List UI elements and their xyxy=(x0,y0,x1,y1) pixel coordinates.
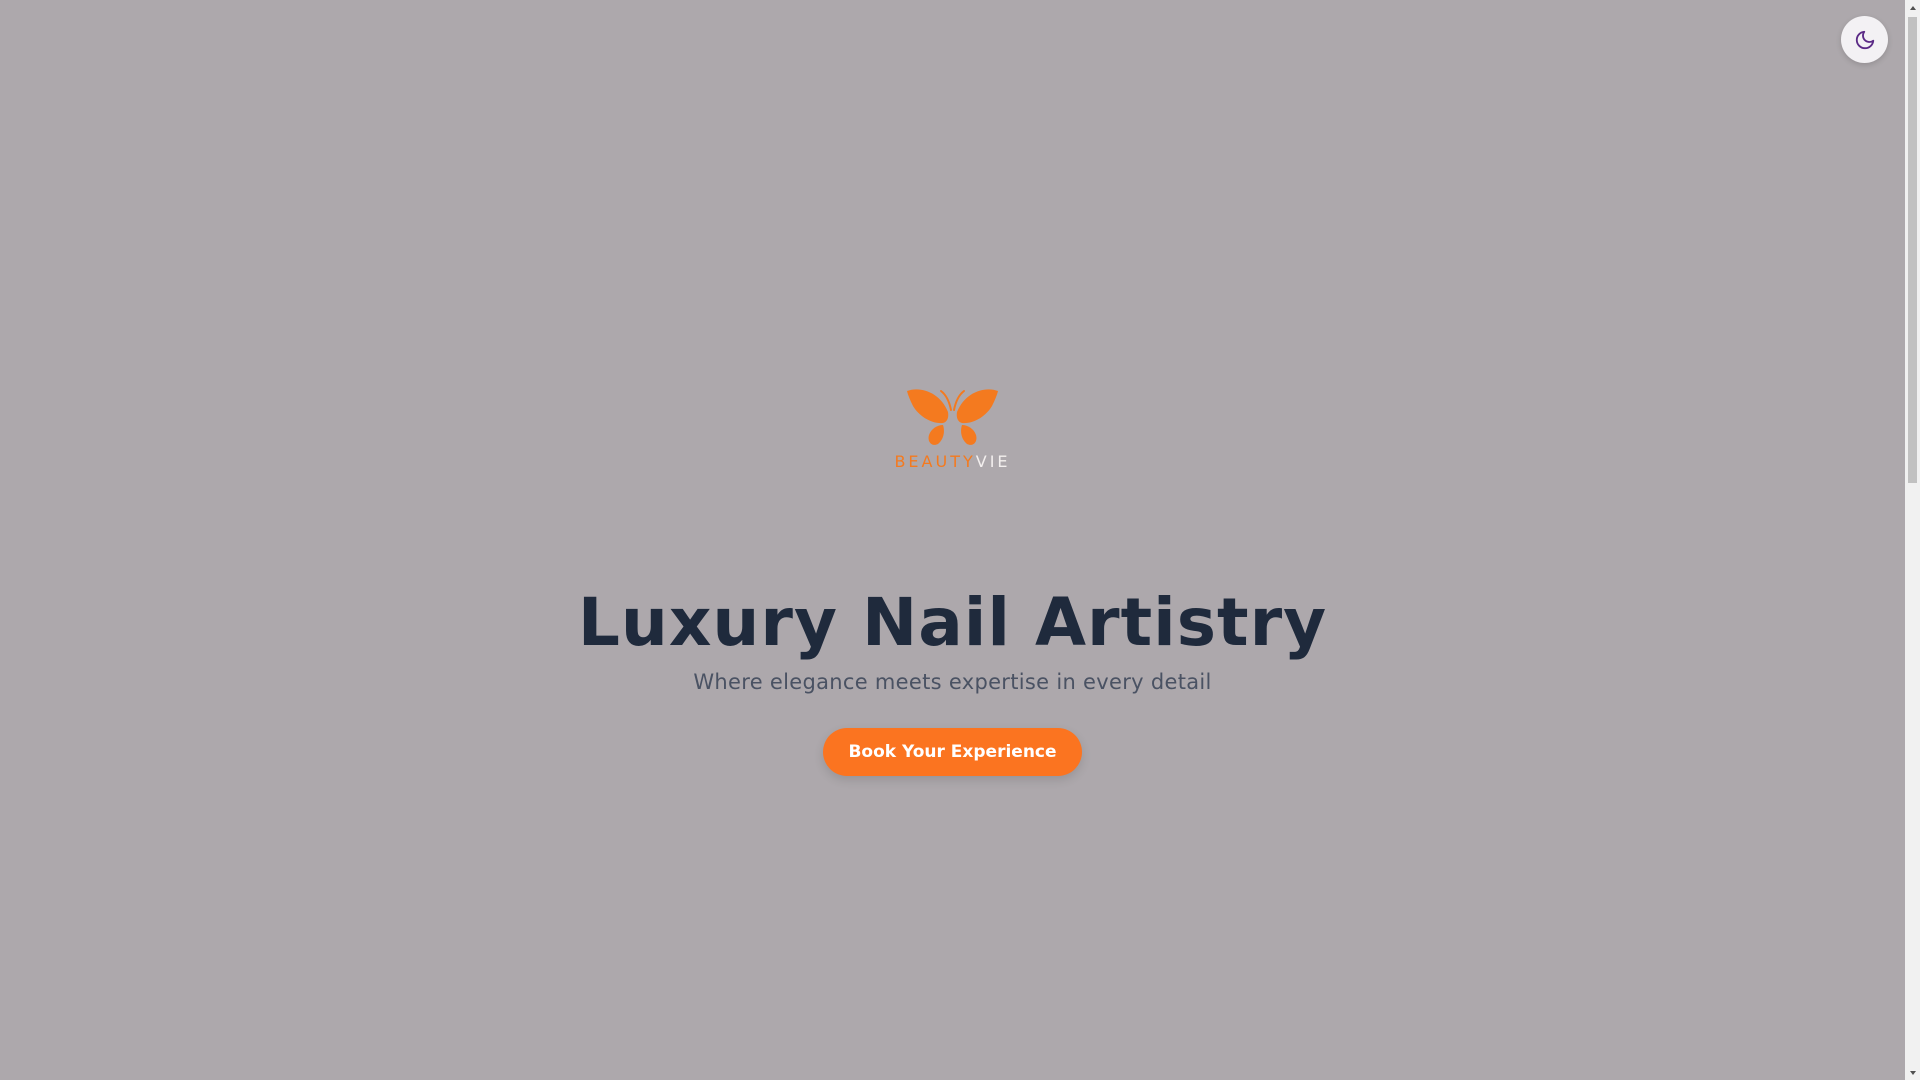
theme-toggle-button[interactable] xyxy=(1841,16,1888,63)
brand-word-secondary: VIE xyxy=(975,452,1011,471)
hero-title: Luxury Nail Artistry xyxy=(577,584,1328,661)
scrollbar-thumb[interactable] xyxy=(1908,17,1917,483)
scroll-down-arrow-icon[interactable] xyxy=(1905,1065,1920,1080)
brand-wordmark: BEAUTYVIE xyxy=(885,452,1020,471)
hero-subtitle: Where elegance meets expertise in every … xyxy=(693,670,1212,694)
butterfly-icon xyxy=(907,389,998,445)
scroll-up-arrow-icon[interactable] xyxy=(1905,0,1920,15)
book-experience-button[interactable]: Book Your Experience xyxy=(823,728,1082,776)
brand-logo[interactable]: BEAUTYVIE xyxy=(885,386,1020,472)
hero-section: BEAUTYVIE Luxury Nail Artistry Where ele… xyxy=(0,0,1905,1080)
vertical-scrollbar[interactable] xyxy=(1905,0,1920,1080)
brand-word-primary: BEAUTY xyxy=(894,452,976,471)
moon-icon xyxy=(1855,30,1874,49)
